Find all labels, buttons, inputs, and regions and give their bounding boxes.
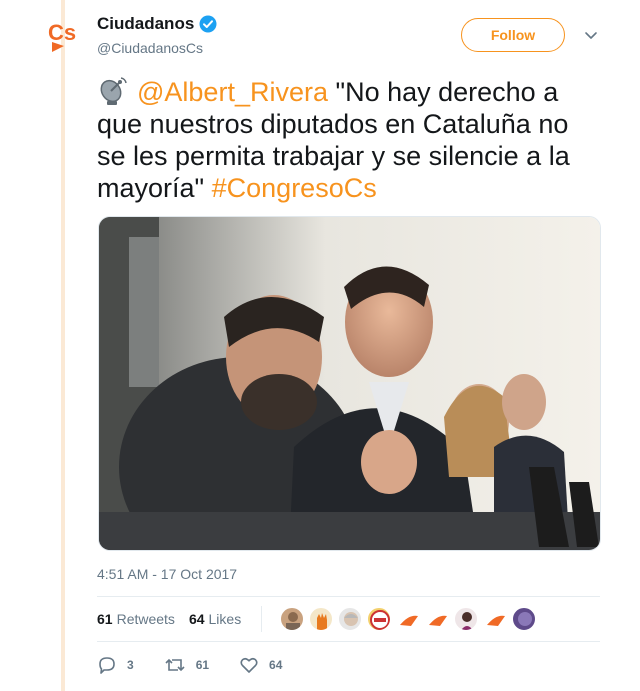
stats-row: 61 Retweets 64 Likes [97, 604, 541, 634]
retweet-button[interactable]: 61 [164, 655, 209, 675]
account-handle[interactable]: @CiudadanosCs [97, 40, 203, 56]
likers-avatar-list [280, 607, 541, 631]
stats-separator [261, 606, 263, 632]
display-name[interactable]: Ciudadanos [97, 14, 194, 34]
account-avatar[interactable]: Cs [44, 14, 86, 56]
liker-avatar[interactable] [309, 607, 334, 631]
liker-avatar[interactable] [367, 607, 392, 631]
tweet-text: @Albert_Rivera "No hay derecho a que nue… [97, 75, 597, 204]
svg-text:Cs: Cs [48, 20, 76, 45]
divider [97, 596, 600, 597]
liker-avatar[interactable] [512, 607, 537, 631]
thread-line [61, 0, 65, 691]
hashtag-link[interactable]: #CongresoCs [212, 173, 377, 203]
likes-stat-label: Likes [208, 611, 242, 627]
liker-avatar[interactable] [425, 607, 450, 631]
reply-button[interactable]: 3 [97, 655, 134, 675]
divider [97, 641, 600, 642]
liker-avatar[interactable] [483, 607, 508, 631]
satellite-antenna-icon [97, 75, 129, 107]
tweet-photo[interactable] [98, 216, 601, 551]
cs-logo-icon: Cs [48, 20, 76, 52]
likes-stat[interactable]: 64 Likes [189, 611, 241, 627]
follow-button[interactable]: Follow [461, 18, 565, 52]
chevron-down-icon[interactable] [584, 28, 598, 42]
liker-avatar[interactable] [280, 607, 305, 631]
retweets-stat-count: 61 [97, 611, 113, 627]
retweets-stat[interactable]: 61 Retweets [97, 611, 175, 627]
verified-badge-icon [199, 15, 217, 33]
retweets-stat-label: Retweets [116, 611, 175, 627]
retweet-icon [165, 658, 185, 672]
reply-icon [99, 657, 115, 674]
account-name-row: Ciudadanos [97, 14, 217, 34]
likes-stat-count: 64 [188, 611, 205, 627]
like-count: 64 [269, 658, 283, 672]
liker-avatar[interactable] [396, 607, 421, 631]
mention-link[interactable]: @Albert_Rivera [137, 77, 328, 107]
like-button[interactable]: 64 [239, 655, 282, 675]
tweet-actions: 3 61 64 [97, 652, 312, 678]
reply-count: 3 [127, 658, 134, 672]
tweet-timestamp[interactable]: 4:51 AM - 17 Oct 2017 [97, 566, 237, 582]
liker-avatar[interactable] [338, 607, 363, 631]
retweet-count: 61 [195, 658, 210, 672]
heart-icon [240, 657, 258, 673]
liker-avatar[interactable] [454, 607, 479, 631]
